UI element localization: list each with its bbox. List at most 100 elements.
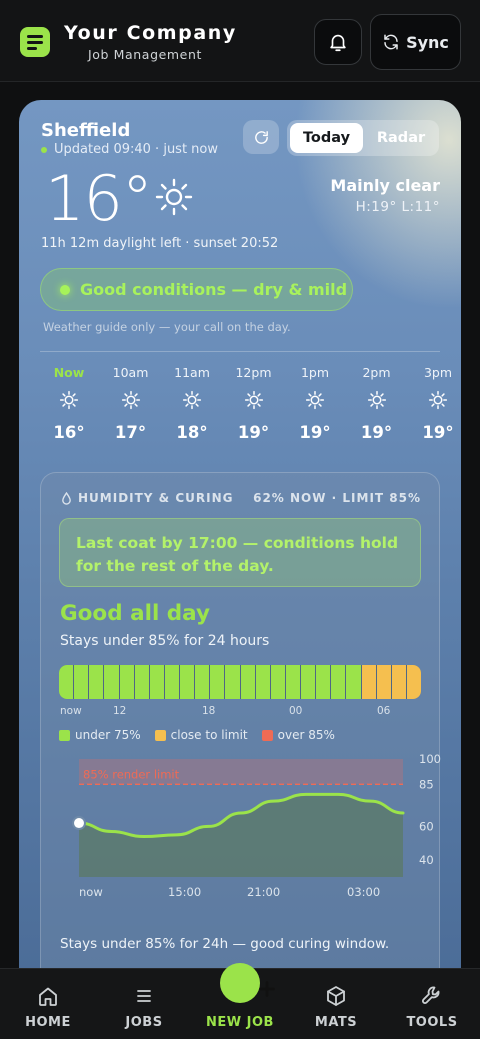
droplet-icon [62, 491, 71, 505]
hour-block [361, 665, 376, 699]
weather-card: Sheffield Updated 09:40 · just now Today… [19, 100, 461, 990]
sun-icon [155, 178, 193, 216]
hour-block [210, 665, 225, 699]
hourly-time: 10am [112, 365, 149, 380]
hour-block [255, 665, 270, 699]
hour-block [240, 665, 255, 699]
conditions-status-pill: Good conditions — dry & mild [40, 268, 353, 311]
hour-block [74, 665, 89, 699]
hourly-item: 10am 17° [100, 365, 162, 442]
hourly-item: 2pm 19° [346, 365, 408, 442]
current-temperature: 16° [45, 162, 153, 235]
tab-radar[interactable]: Radar [365, 123, 437, 153]
humidity-heading-text: HUMIDITY & CURING [78, 491, 234, 505]
humidity-footer: Stays under 85% for 24h — good curing wi… [60, 936, 390, 952]
sun-icon [428, 390, 448, 410]
nav-new-job[interactable]: NEW JOB [192, 963, 288, 1039]
nav-home[interactable]: HOME [0, 969, 96, 1039]
hourly-item: 3pm 19° [407, 365, 461, 442]
tab-today[interactable]: Today [290, 123, 363, 153]
legend-label: under 75% [75, 728, 141, 742]
guide-disclaimer: Weather guide only — your call on the da… [43, 320, 291, 334]
legend-label: close to limit [170, 728, 248, 742]
legend-item: over 85% [261, 728, 335, 742]
hourly-time: Now [53, 365, 85, 380]
sun-icon [182, 390, 202, 410]
bar-tick-label: 06 [377, 705, 391, 717]
bar-tick-label: 18 [202, 705, 216, 717]
hour-block [391, 665, 406, 699]
legend-label: over 85% [277, 728, 335, 742]
hourly-temp: 16° [53, 423, 85, 442]
humidity-legend: under 75% close to limit over 85% [59, 728, 335, 742]
notifications-button[interactable] [314, 19, 362, 65]
last-coat-callout: Last coat by 17:00 — conditions hold for… [59, 518, 421, 587]
bar-tick-label: 00 [289, 705, 303, 717]
x-tick-label: now [79, 885, 103, 899]
legend-item: close to limit [154, 728, 248, 742]
y-tick-label: 60 [419, 819, 434, 833]
sync-button[interactable]: Sync [370, 14, 461, 70]
y-tick-label: 100 [419, 752, 441, 766]
hourly-bar-ticks: now 12 18 00 06 [60, 705, 422, 719]
hour-block [149, 665, 164, 699]
legend-swatch [59, 729, 70, 741]
nav-label: JOBS [125, 1015, 163, 1030]
hourly-item: 12pm 19° [223, 365, 285, 442]
nav-label: HOME [25, 1015, 71, 1030]
hour-block [316, 665, 331, 699]
hour-block [180, 665, 195, 699]
nav-tools[interactable]: TOOLS [384, 969, 480, 1039]
hourly-time: 3pm [423, 365, 453, 380]
bar-tick-label: 12 [113, 705, 127, 717]
humidity-now-limit: 62% NOW · LIMIT 85% [253, 491, 421, 505]
now-marker [72, 816, 86, 831]
hourly-time: 1pm [300, 365, 330, 380]
sun-icon [121, 390, 140, 410]
y-tick-label: 85 [419, 777, 434, 791]
hour-block [195, 665, 210, 699]
home-icon [39, 987, 57, 1006]
wrench-icon [422, 986, 440, 1004]
bottom-navigation: HOME JOBS NEW JOB MATS TOOLS [0, 963, 480, 1039]
high-low: H:19° L:11° [355, 199, 440, 215]
refresh-weather-button[interactable] [243, 120, 279, 154]
nav-jobs[interactable]: JOBS [96, 969, 192, 1039]
sync-label: Sync [406, 32, 449, 52]
status-dot-icon [60, 284, 70, 295]
hour-block [104, 665, 119, 699]
hour-block [346, 665, 361, 699]
x-tick-label: 03:00 [347, 885, 380, 899]
hour-block [406, 665, 421, 699]
bar-tick-label: now [60, 705, 82, 717]
x-tick-label: 15:00 [168, 885, 201, 899]
company-logo-icon [20, 27, 50, 57]
nav-mats[interactable]: MATS [288, 969, 384, 1039]
hour-block [270, 665, 285, 699]
hourly-temp: 19° [299, 423, 331, 442]
curing-verdict: Good all day [60, 601, 211, 626]
view-toggle: Today Radar [287, 120, 439, 156]
hourly-humidity-bar [59, 665, 421, 699]
legend-swatch [154, 729, 166, 741]
hourly-temp: 19° [237, 423, 270, 442]
nav-label: MATS [314, 1015, 358, 1030]
hour-block [59, 665, 74, 699]
hourly-item: Now 16° [38, 365, 100, 442]
hourly-temp: 17° [114, 423, 147, 442]
hourly-item: 11am 18° [161, 365, 223, 442]
sync-icon [384, 34, 398, 50]
location-name: Sheffield [41, 120, 131, 141]
sun-icon [59, 390, 79, 410]
hour-block [376, 665, 391, 699]
new-job-fab[interactable] [220, 963, 275, 1003]
brand: Your Company Job Management [64, 22, 237, 62]
list-icon [137, 990, 151, 1002]
hourly-forecast[interactable]: Now 16° 10am 17° 11am 18° 12pm 19° 1pm 19° 2pm 19° 3… [19, 365, 461, 460]
humidity-chart: 85% render limit 100 85 60 40 now 15:00 21:00 03… [72, 752, 441, 899]
app-header: Your Company Job Management Sync [0, 0, 480, 82]
legend-swatch [261, 729, 273, 741]
limit-label: 85% render limit [83, 767, 180, 781]
condition-text: Mainly clear [330, 176, 440, 195]
x-tick-label: 21:00 [247, 885, 280, 899]
